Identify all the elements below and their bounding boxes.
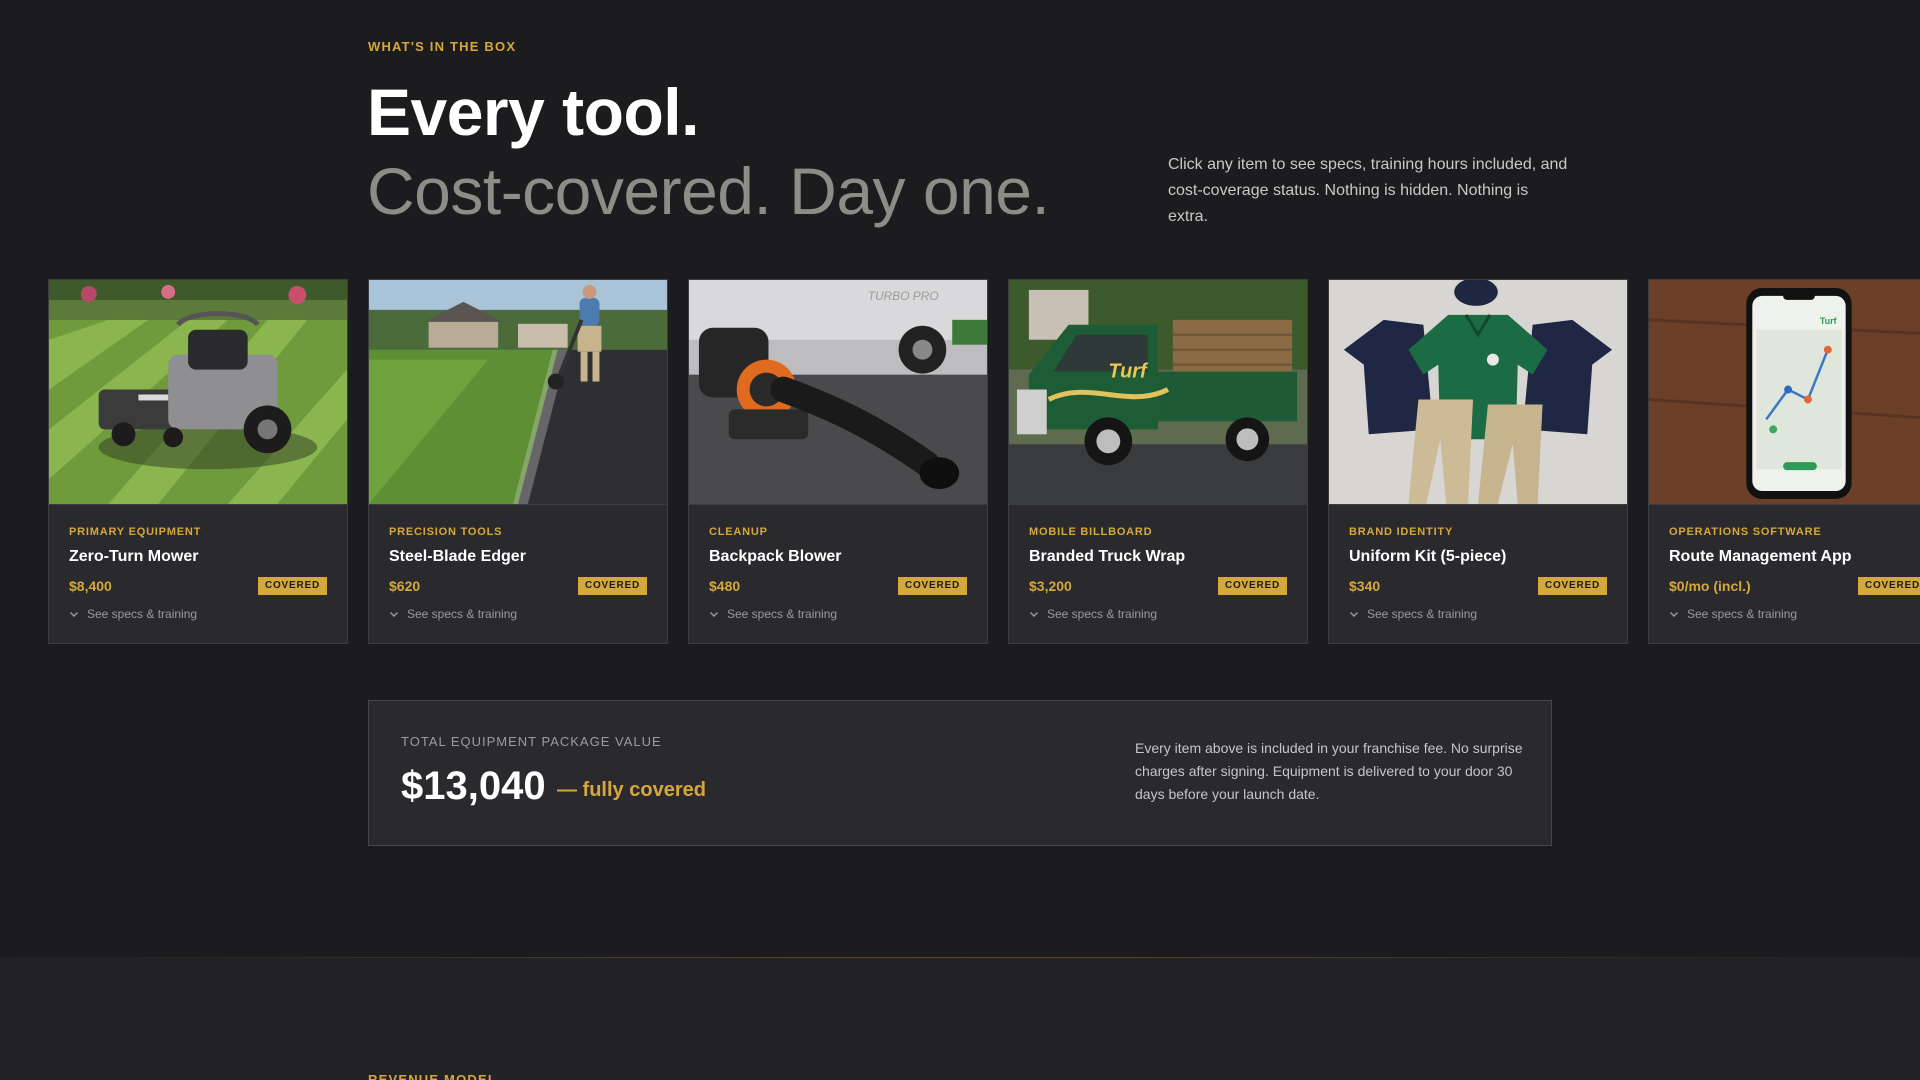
section-eyebrow: WHAT'S IN THE BOX xyxy=(368,39,517,54)
see-specs-toggle[interactable]: See specs & training xyxy=(1669,607,1920,621)
see-specs-label: See specs & training xyxy=(1367,607,1478,621)
section-headline: Every tool. xyxy=(367,75,699,149)
uniform-kit-image xyxy=(1329,280,1627,505)
see-specs-toggle[interactable]: See specs & training xyxy=(69,607,327,621)
see-specs-toggle[interactable]: See specs & training xyxy=(1029,607,1287,621)
card-category: CLEANUP xyxy=(709,526,768,538)
card-price: $620 xyxy=(389,578,421,594)
next-section xyxy=(0,958,1920,1080)
chevron-down-icon xyxy=(710,612,718,617)
see-specs-label: See specs & training xyxy=(727,607,838,621)
card-category: MOBILE BILLBOARD xyxy=(1029,526,1153,538)
card-title: Uniform Kit (5-piece) xyxy=(1349,548,1507,565)
see-specs-label: See specs & training xyxy=(1047,607,1158,621)
package-total-label: TOTAL EQUIPMENT PACKAGE VALUE xyxy=(401,734,662,749)
chevron-down-icon xyxy=(1030,612,1038,617)
equipment-card-truck[interactable]: Turf MOBILE BILLBOARD Branded Truck Wrap… xyxy=(1008,279,1308,644)
fully-covered-label: — fully covered xyxy=(557,779,706,801)
next-section-eyebrow: REVENUE MODEL xyxy=(368,1072,498,1080)
see-specs-toggle[interactable]: See specs & training xyxy=(709,607,967,621)
page: WHAT'S IN THE BOX Every tool. Cost-cover… xyxy=(0,0,1920,1080)
chevron-down-icon xyxy=(1670,612,1678,617)
package-total-panel: TOTAL EQUIPMENT PACKAGE VALUE $13,040 — … xyxy=(368,700,1552,846)
section-intro: Click any item to see specs, training ho… xyxy=(1168,156,1568,225)
card-title: Branded Truck Wrap xyxy=(1029,548,1186,565)
equipment-card-edger[interactable]: PRECISION TOOLS Steel-Blade Edger $620 C… xyxy=(368,279,668,644)
see-specs-toggle[interactable]: See specs & training xyxy=(1349,607,1607,621)
card-title: Steel-Blade Edger xyxy=(389,548,526,565)
zero-turn-mower-image xyxy=(49,280,347,505)
route-app-image: Turf xyxy=(1649,280,1920,505)
covered-badge: COVERED xyxy=(1217,577,1287,595)
package-note: Every item above is included in your fra… xyxy=(1135,740,1523,802)
card-price: $0/mo (incl.) xyxy=(1669,578,1751,594)
truck-logo-text: TURBO PRO xyxy=(868,289,939,303)
equipment-carousel[interactable]: PRIMARY EQUIPMENT Zero-Turn Mower $8,400… xyxy=(48,279,1920,644)
see-specs-toggle[interactable]: See specs & training xyxy=(389,607,647,621)
card-price: $340 xyxy=(1349,578,1381,594)
card-category: PRIMARY EQUIPMENT xyxy=(69,526,202,538)
covered-badge: COVERED xyxy=(897,577,967,595)
card-price: $8,400 xyxy=(69,578,112,594)
see-specs-label: See specs & training xyxy=(407,607,518,621)
equipment-card-route-app[interactable]: Turf OPERATIONS SOFTWARE Route Managemen… xyxy=(1648,279,1920,644)
card-category: OPERATIONS SOFTWARE xyxy=(1669,526,1822,538)
chevron-down-icon xyxy=(70,612,78,617)
covered-badge: COVERED xyxy=(1857,577,1920,595)
see-specs-label: See specs & training xyxy=(87,607,198,621)
covered-badge: COVERED xyxy=(1537,577,1607,595)
section-subheadline: Cost-covered. Day one. xyxy=(367,154,1050,228)
covered-badge: COVERED xyxy=(577,577,647,595)
truck-wrap-image: Turf xyxy=(1009,280,1307,505)
equipment-card-blower[interactable]: TURBO PRO CLEANUP Backpack Blower $480 C… xyxy=(688,279,988,644)
chevron-down-icon xyxy=(1350,612,1358,617)
see-specs-label: See specs & training xyxy=(1687,607,1798,621)
backpack-blower-image: TURBO PRO xyxy=(689,280,987,505)
app-logo-text: Turf xyxy=(1820,316,1837,326)
card-category: BRAND IDENTITY xyxy=(1349,526,1454,538)
equipment-card-uniform[interactable]: BRAND IDENTITY Uniform Kit (5-piece) $34… xyxy=(1328,279,1628,644)
truck-logo-text: Turf xyxy=(1108,361,1149,383)
card-category: PRECISION TOOLS xyxy=(389,526,503,538)
card-title: Route Management App xyxy=(1669,548,1852,565)
edger-image xyxy=(369,280,667,505)
card-title: Zero-Turn Mower xyxy=(69,548,199,565)
card-price: $3,200 xyxy=(1029,578,1072,594)
covered-badge: COVERED xyxy=(257,577,327,595)
package-total-value: $13,040 xyxy=(401,764,546,808)
card-price: $480 xyxy=(709,578,741,594)
chevron-down-icon xyxy=(390,612,398,617)
card-title: Backpack Blower xyxy=(709,548,842,565)
equipment-card-mower[interactable]: PRIMARY EQUIPMENT Zero-Turn Mower $8,400… xyxy=(48,279,348,644)
